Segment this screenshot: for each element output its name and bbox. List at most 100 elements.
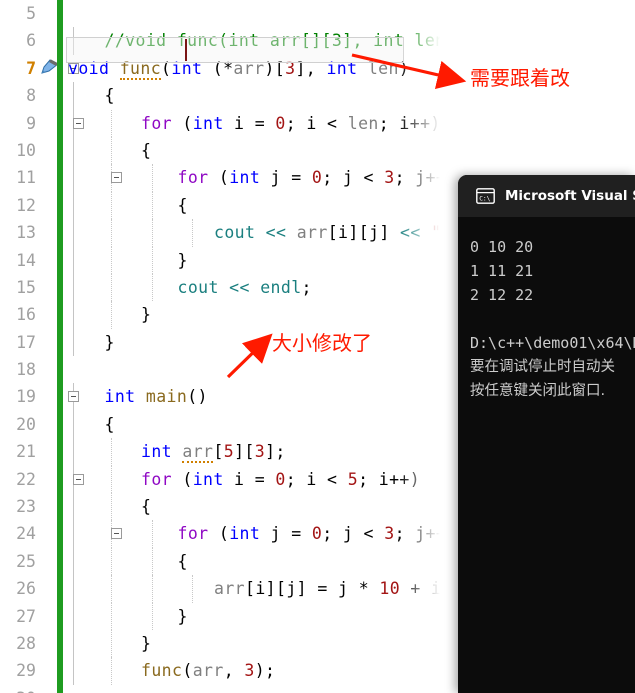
line-number: 14 [16, 250, 36, 270]
code-token: ( [208, 168, 230, 188]
line-number: 20 [16, 414, 36, 434]
indent-guide [111, 136, 112, 165]
code-text[interactable]: } [178, 247, 188, 274]
change-marker-bar [57, 301, 63, 329]
line-number: 18 [16, 360, 36, 380]
code-token: 5 [223, 442, 235, 462]
code-text[interactable]: cout << endl; [178, 274, 312, 301]
code-line[interactable]: 9 for (int i = 0; i < len; i++) [0, 109, 635, 137]
change-marker-bar [57, 684, 63, 693]
change-marker-bar [57, 0, 63, 28]
line-number: 24 [16, 524, 36, 544]
code-token: func [141, 661, 183, 681]
code-token: ], [295, 58, 327, 78]
code-text[interactable]: arr[i][j] = j * 10 + i; [214, 575, 452, 602]
code-text[interactable]: { [178, 548, 188, 575]
indent-guide [111, 547, 112, 576]
line-number: 29 [16, 661, 36, 681]
outline-vertical-line [73, 136, 74, 165]
change-marker-bar [57, 356, 63, 384]
code-text[interactable]: for (int j = 0; j < 3; j++) [178, 164, 457, 191]
change-marker-bar [57, 575, 63, 603]
line-number: 27 [16, 606, 36, 626]
code-text[interactable]: { [105, 82, 115, 109]
console-titlebar[interactable]: C:\ Microsoft Visual Studio [458, 175, 635, 217]
indent-guide [192, 219, 193, 247]
indent-guide [111, 575, 112, 603]
code-fold-toggle[interactable] [68, 391, 79, 403]
code-text[interactable]: void func(int (*arr)[3], int len) [68, 55, 409, 82]
code-token: [i][j] [327, 223, 390, 243]
outline-vertical-line [73, 493, 74, 521]
code-text[interactable]: //void func(int arr[][3], int len) [105, 27, 456, 54]
code-line[interactable]: 10 { [0, 136, 635, 165]
code-line[interactable]: 6 //void func(int arr[][3], int len) [0, 27, 635, 55]
console-line: 2 12 22 [470, 286, 534, 304]
outline-vertical-line [73, 164, 74, 192]
code-token: } [177, 250, 188, 270]
code-token: int [141, 442, 173, 462]
code-token: ; i++) [358, 469, 421, 489]
code-text[interactable]: for (int i = 0; i < 5; i++) [141, 466, 420, 493]
code-token: ; j < [322, 524, 385, 544]
indent-guide [111, 301, 112, 329]
code-text[interactable]: } [141, 630, 151, 657]
code-text[interactable]: { [141, 493, 151, 520]
code-token: ; j++) [394, 524, 457, 544]
code-token: ) [398, 58, 410, 78]
change-marker-bar [57, 273, 63, 302]
code-token: 3 [244, 661, 255, 681]
code-token: j = [260, 168, 312, 188]
indent-guide [111, 657, 112, 685]
code-fold-toggle[interactable] [73, 473, 84, 485]
code-text[interactable]: } [141, 301, 151, 328]
code-token: ( [182, 661, 193, 681]
code-token: //void func(int arr[][3], int len) [104, 31, 456, 51]
svg-text:C:\: C:\ [479, 195, 490, 202]
indent-guide [111, 191, 112, 220]
indent-guide [111, 219, 112, 247]
code-token: ; [301, 277, 312, 297]
code-text[interactable]: func(arr, 3); [141, 657, 275, 684]
code-text[interactable]: { [141, 137, 151, 164]
code-text[interactable]: } [105, 329, 115, 356]
code-text[interactable]: cout << arr[i][j] << " "; [214, 219, 472, 246]
code-token: ( [172, 113, 193, 133]
line-number: 13 [16, 223, 36, 243]
code-token: cout [214, 223, 256, 243]
change-marker-bar [57, 191, 63, 220]
code-text[interactable]: } [178, 603, 188, 630]
code-text[interactable]: int main() [105, 383, 208, 410]
code-text[interactable]: int arr[5][3]; [141, 438, 286, 465]
code-token: len [367, 58, 399, 78]
change-marker-bar [57, 547, 63, 576]
code-fold-toggle[interactable] [111, 528, 122, 540]
code-fold-toggle[interactable] [73, 117, 84, 129]
line-number: 5 [26, 4, 36, 23]
code-token: 3 [384, 168, 395, 188]
outline-vertical-line [73, 438, 74, 466]
line-number: 12 [16, 195, 36, 215]
code-text[interactable]: { [178, 192, 188, 219]
code-line[interactable]: 5 [0, 0, 635, 28]
code-text[interactable]: { [105, 411, 115, 438]
change-marker-bar [57, 82, 63, 110]
change-marker-bar [57, 410, 63, 439]
console-window[interactable]: C:\ Microsoft Visual Studio 0 10 20 1 11 … [458, 175, 635, 693]
outline-vertical-line [73, 629, 74, 658]
code-token: 0 [275, 469, 286, 489]
change-marker-bar [57, 438, 63, 466]
code-token: arr [192, 661, 224, 681]
change-marker-bar [57, 136, 63, 165]
code-text[interactable]: for (int i = 0; i < len; i++) [141, 110, 441, 137]
code-token: } [141, 633, 152, 653]
code-token: int [192, 469, 224, 489]
console-title-text: Microsoft Visual Studio [505, 188, 635, 204]
indent-guide [111, 465, 112, 494]
code-token: j = [260, 524, 312, 544]
code-token: { [177, 195, 188, 215]
console-line: D:\c++\demo01\x64\D [470, 334, 635, 352]
code-fold-toggle[interactable] [111, 172, 122, 184]
code-text[interactable]: for (int j = 0; j < 3; j++) [178, 520, 457, 547]
